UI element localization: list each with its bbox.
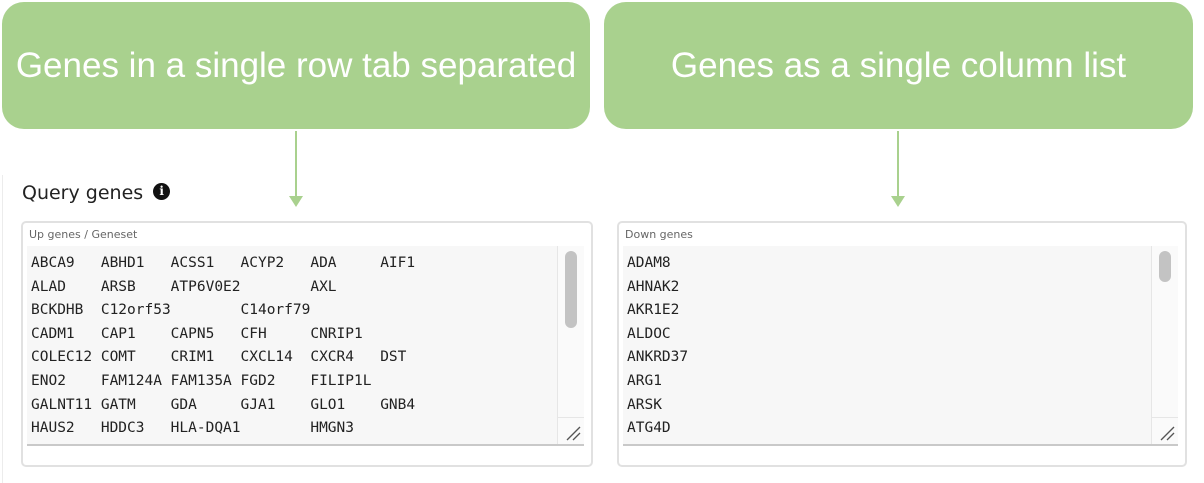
query-genes-title: Query genes	[22, 182, 144, 204]
up-genes-panel: Up genes / Geneset ABCA9 ABHD1 ACSS1 ACY…	[21, 221, 593, 467]
section-divider	[2, 175, 3, 483]
resize-handle-icon[interactable]	[558, 417, 584, 444]
scroll-thumb[interactable]	[565, 251, 577, 328]
arrow-down-icon	[289, 131, 303, 207]
resize-handle-icon[interactable]	[1152, 417, 1178, 444]
down-genes-text[interactable]: ADAM8 AHNAK2 AKR1E2 ALDOC ANKRD37 ARG1 A…	[627, 252, 688, 441]
info-icon[interactable]: i	[153, 182, 171, 200]
callout-single-column: Genes as a single column list	[604, 2, 1193, 129]
up-genes-textarea[interactable]: ABCA9 ABHD1 ACSS1 ACYP2 ADA AIF1 ALAD AR…	[27, 246, 584, 446]
query-genes-heading: Query genes i	[22, 182, 171, 204]
down-genes-label: Down genes	[625, 228, 693, 241]
down-genes-panel: Down genes ADAM8 AHNAK2 AKR1E2 ALDOC ANK…	[617, 221, 1187, 467]
scroll-thumb[interactable]	[1159, 251, 1171, 282]
callout-single-column-text: Genes as a single column list	[670, 45, 1127, 85]
up-genes-label: Up genes / Geneset	[29, 228, 138, 241]
down-genes-textarea[interactable]: ADAM8 AHNAK2 AKR1E2 ALDOC ANKRD37 ARG1 A…	[623, 246, 1178, 446]
callout-single-row-text: Genes in a single row tab separated	[15, 45, 577, 85]
callout-single-row: Genes in a single row tab separated	[2, 2, 590, 129]
arrow-down-icon	[891, 131, 905, 207]
up-genes-scrollbar[interactable]	[557, 246, 584, 444]
down-genes-scrollbar[interactable]	[1151, 246, 1178, 444]
up-genes-text[interactable]: ABCA9 ABHD1 ACSS1 ACYP2 ADA AIF1 ALAD AR…	[31, 252, 415, 444]
